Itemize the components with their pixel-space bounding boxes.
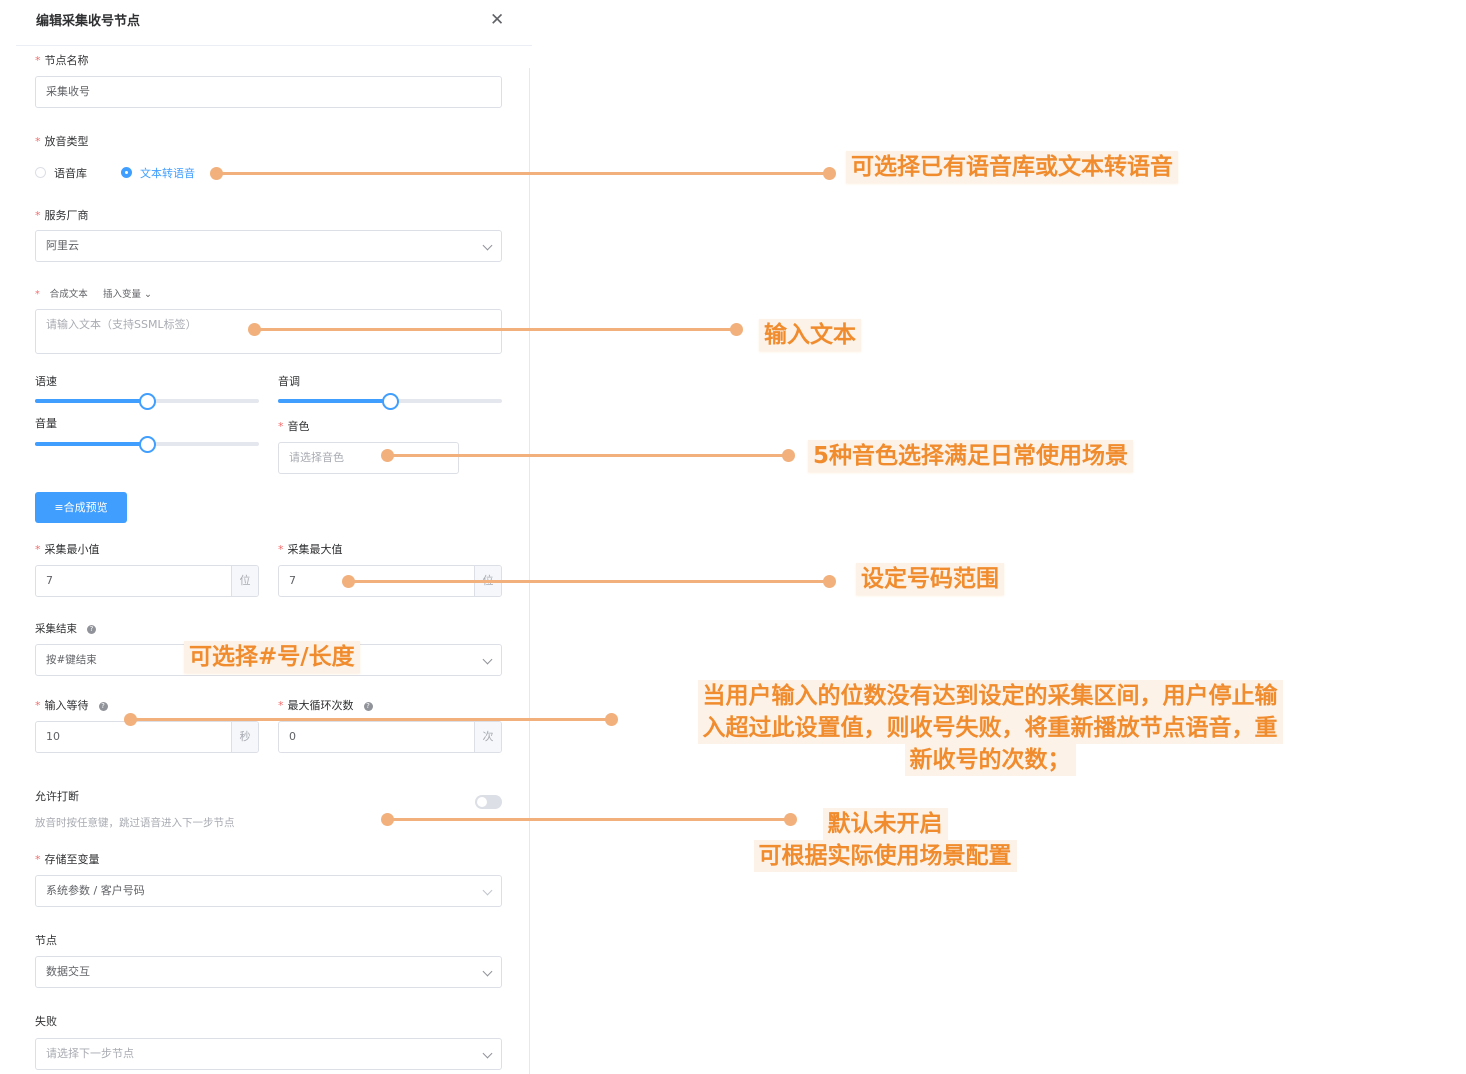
input-wait-input[interactable]: 10 秒: [35, 721, 259, 753]
annotation-playback: 可选择已有语音库或文本转语音: [846, 151, 1178, 183]
annotation-text: 输入文本: [759, 319, 861, 351]
synth-text-textarea[interactable]: 请输入文本（支持SSML标签）: [35, 309, 502, 354]
node-name-label: * 节点名称: [35, 54, 89, 67]
chevron-down-icon: [482, 240, 493, 251]
playback-type-label: * 放音类型: [35, 135, 89, 148]
question-icon[interactable]: ?: [363, 701, 373, 711]
insert-variable-dropdown[interactable]: 插入变量 ⌄: [103, 286, 152, 300]
radio-checked-icon: [121, 167, 132, 178]
allow-interrupt-toggle[interactable]: [475, 795, 502, 809]
annotation-dot: [605, 713, 618, 726]
synth-text-label: * 合成文本: [35, 289, 88, 300]
max-loops-label: * 最大循环次数?: [278, 697, 373, 713]
collect-min-input[interactable]: 7位: [35, 565, 259, 597]
synth-preview-button[interactable]: ≡合成预览: [35, 492, 127, 523]
panel-divider: [529, 68, 530, 1074]
fail-select[interactable]: 请选择下一步节点: [35, 1038, 502, 1070]
question-icon[interactable]: ?: [98, 701, 108, 711]
annotation-range: 设定号码范围: [856, 563, 1004, 595]
max-loops-input[interactable]: 0次: [278, 721, 502, 753]
chevron-down-icon: [482, 885, 493, 896]
close-icon[interactable]: ✕: [490, 10, 504, 30]
chevron-down-icon: [482, 654, 493, 665]
timbre-select[interactable]: 请选择音色: [278, 442, 459, 474]
annotation-end: 可选择#号/长度: [184, 641, 360, 673]
unit-suffix: 位: [231, 566, 258, 596]
annotation-line: [216, 172, 830, 175]
volume-slider[interactable]: [35, 435, 259, 453]
fail-label: 失败: [35, 1015, 57, 1028]
allow-interrupt-label: 允许打断: [35, 790, 79, 803]
annotation-wait: 当用户输入的位数没有达到设定的采集区间，用户停止输 入超过此设置值，则收号失败，…: [648, 680, 1332, 776]
speed-slider[interactable]: [35, 392, 259, 410]
chevron-down-icon: [482, 1048, 493, 1059]
radio-tts[interactable]: 文本转语音: [121, 165, 195, 181]
pitch-slider[interactable]: [278, 392, 502, 410]
node-label: 节点: [35, 934, 57, 947]
chevron-down-icon: [482, 966, 493, 977]
annotation-line: [130, 718, 612, 721]
annotation-line: [254, 328, 736, 331]
unit-suffix: 秒: [231, 722, 258, 752]
annotation-interrupt: 默认未开启 可根据实际使用场景配置: [726, 808, 1044, 872]
dialog-title: 编辑采集收号节点: [36, 14, 141, 29]
annotation-timbre: 5种音色选择满足日常使用场景: [808, 440, 1134, 472]
annotation-dot: [823, 575, 836, 588]
chevron-down-icon: ⌄: [141, 289, 152, 300]
pitch-label: 音调: [278, 375, 300, 388]
radio-voice-library[interactable]: 语音库: [35, 165, 87, 181]
input-wait-label: * 输入等待?: [35, 697, 108, 713]
annotation-dot: [782, 449, 795, 462]
node-select[interactable]: 数据交互: [35, 956, 502, 988]
timbre-label: * 音色: [278, 420, 310, 433]
edit-node-dialog: 编辑采集收号节点 ✕: [16, 0, 532, 1074]
radio-circle-icon: [35, 167, 46, 178]
slider-handle[interactable]: [139, 393, 156, 410]
annotation-line: [387, 454, 789, 457]
unit-suffix: 次: [474, 722, 501, 752]
collect-max-label: * 采集最大值: [278, 543, 343, 556]
vendor-label: * 服务厂商: [35, 209, 89, 222]
vendor-select[interactable]: 阿里云: [35, 230, 502, 262]
node-name-input[interactable]: 采集收号: [35, 76, 502, 108]
annotation-line: [348, 580, 830, 583]
annotation-dot: [730, 323, 743, 336]
collect-end-label: 采集结束?: [35, 621, 96, 636]
slider-handle[interactable]: [139, 436, 156, 453]
store-var-select[interactable]: 系统参数 / 客户号码: [35, 875, 502, 907]
volume-label: 音量: [35, 417, 57, 430]
store-var-label: * 存储至变量: [35, 853, 100, 866]
dialog-header: 编辑采集收号节点 ✕: [16, 0, 532, 46]
slider-handle[interactable]: [382, 393, 399, 410]
allow-interrupt-hint: 放音时按任意键，跳过语音进入下一步节点: [35, 817, 235, 829]
speed-label: 语速: [35, 375, 57, 388]
collect-min-label: * 采集最小值: [35, 543, 100, 556]
annotation-dot: [823, 167, 836, 180]
question-icon[interactable]: ?: [87, 624, 96, 634]
